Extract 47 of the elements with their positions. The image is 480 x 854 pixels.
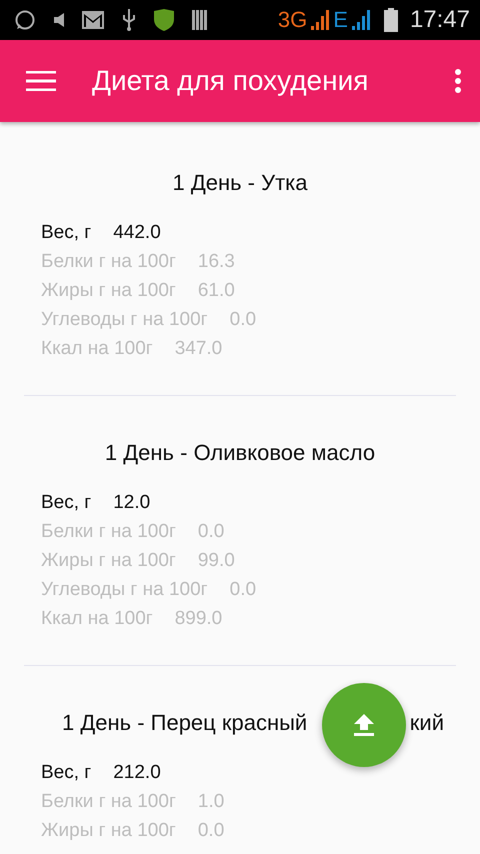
battery-icon (384, 8, 398, 32)
nutrient-label: Углеводы г на 100г (41, 308, 208, 332)
nutrient-value: 212.0 (113, 761, 161, 785)
more-icon[interactable] (454, 69, 462, 93)
nutrient-label: Жиры г на 100г (41, 549, 176, 573)
app-title: Диета для похудения (92, 65, 370, 97)
clock: 17:47 (410, 6, 470, 34)
food-title: 1 День - Оливковое масло (104, 440, 376, 466)
chat-icon (14, 9, 36, 31)
network-type: E (333, 7, 348, 33)
nutrient-label: Белки г на 100г (41, 790, 176, 814)
nutrient-value: 442.0 (113, 221, 161, 245)
nutrient-label: Ккал на 100г (41, 607, 153, 631)
nutrient-value: 0.0 (198, 819, 224, 843)
signal-icon (311, 10, 330, 30)
nutrient-label: Жиры г на 100г (41, 819, 176, 843)
food-title: 1 День - Утка (172, 170, 308, 196)
network-type: 3G (278, 7, 308, 33)
nutrient-label: Белки г на 100г (41, 520, 176, 544)
nutrient-label: Белки г на 100г (41, 250, 176, 274)
nutrient-value: 347.0 (174, 337, 222, 361)
shield-icon (154, 9, 174, 31)
nutrient-value: 12.0 (113, 491, 150, 515)
mail-icon (82, 11, 104, 29)
menu-icon[interactable] (26, 71, 56, 91)
food-title: 1 День - Перец красный (62, 710, 308, 736)
nutrient-value: 0.0 (230, 578, 256, 602)
food-title: кий (410, 710, 444, 736)
nutrient-label: Жиры г на 100г (41, 279, 176, 303)
nutrient-label: Ккал на 100г (41, 337, 153, 361)
usb-icon (122, 9, 136, 31)
upload-icon (353, 714, 375, 736)
nutrient-value: 1.0 (198, 790, 224, 814)
nutrient-label: Вес, г (41, 221, 92, 245)
nutrient-value: 99.0 (198, 549, 235, 573)
nutrient-value: 61.0 (198, 279, 235, 303)
nutrient-value: 16.3 (198, 250, 235, 274)
nutrient-value: 899.0 (174, 607, 222, 631)
barcode-icon (192, 10, 208, 30)
nutrient-label: Вес, г (41, 491, 92, 515)
nutrient-label: Вес, г (41, 761, 92, 785)
upload-button[interactable] (322, 683, 406, 767)
volume-icon (54, 13, 64, 27)
signal-icon (352, 10, 370, 30)
nutrient-value: 0.0 (230, 308, 256, 332)
nutrient-label: Углеводы г на 100г (41, 578, 208, 602)
nutrient-value: 0.0 (198, 520, 224, 544)
